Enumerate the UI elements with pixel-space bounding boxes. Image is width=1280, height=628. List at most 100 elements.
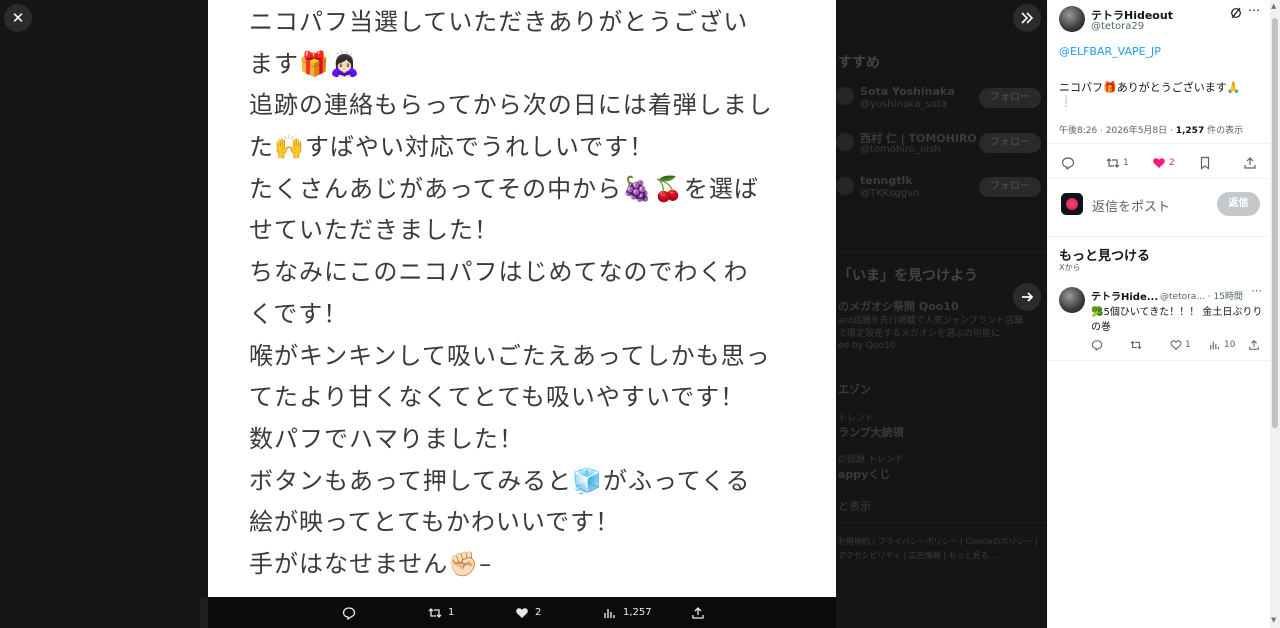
tweet-timestamp[interactable]: 午後8:26 · 2026年5月8日 · bbox=[1059, 126, 1176, 136]
next-image-button[interactable] bbox=[1013, 283, 1041, 311]
media-image[interactable]: ニコパフ当選していただきありがとうござい ます🎁🙇🏻‍♀️ 追跡の連絡もらってから次… bbox=[208, 0, 836, 597]
author-handle[interactable]: @tetora29 bbox=[1091, 21, 1144, 32]
sidebar-like-count: 2 bbox=[1169, 158, 1175, 168]
backdrop-follow-button: フォロー bbox=[979, 177, 1041, 197]
share-button[interactable] bbox=[691, 597, 705, 628]
recommended-tweet-text: 🥦5個ひいてきた！！！ 金土日ぶりり bbox=[1091, 307, 1263, 318]
backdrop-divider bbox=[836, 252, 1047, 253]
views-count: 1,257 bbox=[623, 607, 652, 618]
retweet-button[interactable]: 1 bbox=[428, 597, 454, 628]
backdrop-trend-meta: ed by Qoo10 bbox=[838, 341, 896, 351]
retweet-icon bbox=[1130, 340, 1142, 350]
recommended-author-name[interactable]: テトラHide... bbox=[1091, 288, 1158, 303]
retweet-icon bbox=[1106, 158, 1120, 168]
sidebar-like-button[interactable]: 2 bbox=[1152, 156, 1175, 170]
scroll-up-arrow-icon[interactable]: ▲ bbox=[1271, 2, 1276, 10]
divider bbox=[1048, 178, 1271, 179]
recommended-tweet-text-continued: の巻 bbox=[1091, 322, 1111, 333]
reply-button[interactable] bbox=[342, 597, 356, 628]
image-text-line: たくさんあじがあってその中から🍇🍒を選ば bbox=[249, 174, 759, 203]
recommended-views-button[interactable]: 10 bbox=[1209, 339, 1235, 351]
image-text-line: くです！ bbox=[249, 299, 349, 328]
image-text-line: 手がはなせません✊🏻‍– bbox=[249, 549, 493, 578]
tweet-detail-sidebar: テトラHideout @tetora29 ⋯ @ELFBAR_VAPE_JP ニ… bbox=[1047, 0, 1280, 628]
recommended-like-count: 1 bbox=[1185, 340, 1191, 350]
sidebar-share-button[interactable] bbox=[1243, 156, 1257, 170]
recommended-like-button[interactable]: 1 bbox=[1170, 339, 1191, 351]
backdrop-follow-button: フォロー bbox=[979, 133, 1041, 153]
image-text-line: ボタンもあって押してみると🧊がふってくる bbox=[249, 466, 751, 495]
recommended-reply-button[interactable] bbox=[1091, 339, 1103, 351]
backdrop-trend-desc: トレンド bbox=[838, 414, 875, 424]
grok-icon[interactable] bbox=[1230, 7, 1242, 19]
heart-filled-icon bbox=[1153, 158, 1165, 168]
recommended-author-handle[interactable]: @tetora... · 15時間 bbox=[1160, 289, 1243, 302]
arrow-right-icon bbox=[1022, 292, 1034, 302]
sidebar-reply-button[interactable] bbox=[1061, 156, 1075, 170]
backdrop-trend-desc: で限定販売するメガオシを選ぶの可能に bbox=[838, 329, 1001, 339]
current-user-avatar bbox=[1061, 193, 1083, 215]
divider bbox=[1048, 236, 1271, 237]
backdrop-trend-title: appyくじ bbox=[838, 468, 891, 481]
share-icon bbox=[1244, 157, 1256, 169]
tweet-view-count: 1,257 bbox=[1175, 126, 1205, 136]
backdrop-trend-title: のメガオシ祭開 Qoo10 bbox=[838, 300, 959, 313]
reply-icon bbox=[1091, 340, 1103, 351]
image-text-line: てたより甘くなくてとても吸いやすいです！ bbox=[249, 383, 746, 412]
scrollbar-thumb[interactable] bbox=[1272, 18, 1278, 428]
collapse-panel-button[interactable] bbox=[1013, 4, 1041, 32]
image-text-line: せていただきました！ bbox=[249, 216, 499, 245]
backdrop-trend-title: ランプ大統領 bbox=[838, 426, 904, 439]
reply-icon bbox=[1061, 157, 1075, 170]
backdrop-trend-title: エゾン bbox=[838, 383, 871, 396]
backdrop-user-handle: @TKKsggvn bbox=[860, 188, 920, 199]
image-text-line: 追跡の連絡もらってから次の日には着弾しまし bbox=[249, 91, 773, 120]
backdrop-trend-desc: ant話題を先行掲載で人気ジャンブランド店舗 bbox=[838, 316, 1024, 326]
recommended-retweet-button[interactable] bbox=[1130, 339, 1142, 351]
tweet-text-continued: ❕ bbox=[1059, 95, 1073, 108]
close-button[interactable]: ✕ bbox=[4, 4, 32, 32]
sidebar-retweet-button[interactable]: 1 bbox=[1106, 156, 1129, 170]
like-button[interactable]: 2 bbox=[515, 597, 541, 628]
backdrop-trends-heading: 「いま」を見つけよう bbox=[838, 268, 978, 284]
tweet-meta: 午後8:26 · 2026年5月8日 · 1,257 件の表示 bbox=[1059, 123, 1243, 136]
image-text-line: ます🎁🙇🏻‍♀️ bbox=[249, 49, 361, 78]
divider bbox=[1048, 360, 1271, 361]
share-icon bbox=[692, 606, 704, 619]
image-text-line: 絵が映ってとてもかわいいです！ bbox=[249, 508, 621, 537]
backdrop-user-avatar bbox=[836, 133, 854, 151]
reply-submit-button[interactable]: 返信 bbox=[1217, 192, 1260, 216]
tweet-text: ニコパフ🎁ありがとうございます🙏 bbox=[1059, 81, 1241, 94]
divider bbox=[1048, 143, 1271, 144]
image-text-line: た🙌すばやい対応でうれしいです！ bbox=[249, 133, 655, 162]
retweet-count: 1 bbox=[448, 607, 455, 618]
backdrop-user-avatar bbox=[836, 87, 854, 105]
like-count: 2 bbox=[535, 607, 542, 618]
backdrop-user-handle: @yoshinaka_sota bbox=[860, 99, 947, 110]
author-avatar[interactable] bbox=[1059, 6, 1085, 32]
backdrop-trend-desc: の話題 トレンド bbox=[838, 455, 904, 465]
scroll-down-arrow-icon[interactable]: ▼ bbox=[1271, 616, 1276, 624]
backdrop-divider bbox=[836, 522, 1047, 523]
backdrop-recommend-heading: すすめ bbox=[838, 55, 880, 71]
heart-icon bbox=[1170, 340, 1182, 350]
backdrop-user-name: tenngtlk bbox=[860, 174, 913, 187]
retweet-icon bbox=[428, 607, 442, 618]
reply-input[interactable]: 返信をポスト bbox=[1092, 196, 1170, 215]
views-button[interactable]: 1,257 bbox=[603, 597, 652, 628]
more-options-icon[interactable]: ⋯ bbox=[1248, 3, 1260, 17]
recommended-share-button[interactable] bbox=[1248, 339, 1260, 351]
image-text-line: ニコパフ当選していただきありがとうござい bbox=[249, 8, 749, 36]
mention-link[interactable]: @ELFBAR_VAPE_JP bbox=[1059, 45, 1161, 58]
backdrop-user-name: Sota Yoshinaka bbox=[860, 85, 955, 98]
recommended-author-avatar[interactable] bbox=[1059, 287, 1085, 313]
tweet-view-suffix: 件の表示 bbox=[1204, 126, 1244, 136]
share-icon bbox=[1249, 339, 1259, 350]
image-text-line: 喉がキンキンして吸いごたえあってしかも思っ bbox=[249, 341, 771, 370]
analytics-icon bbox=[604, 608, 615, 618]
backdrop-right-column: すすめ Sota Yoshinaka @yoshinaka_sota フォロー … bbox=[836, 0, 1047, 628]
recommended-more-icon[interactable]: ⋯ bbox=[1251, 284, 1262, 297]
heart-icon bbox=[516, 607, 528, 618]
sidebar-retweet-count: 1 bbox=[1123, 158, 1129, 168]
bookmark-button[interactable] bbox=[1198, 156, 1212, 170]
